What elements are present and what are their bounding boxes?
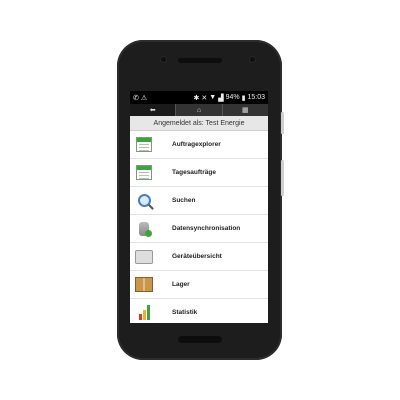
wifi-icon: ▼ xyxy=(209,94,217,101)
menu-item-label: Geräteübersicht xyxy=(172,253,222,260)
bluetooth-icon: ✱ xyxy=(193,94,200,102)
menu-item-auftragexplorer[interactable]: Auftragexplorer xyxy=(130,131,268,159)
login-status: Angemeldet als: Test Energie xyxy=(130,116,268,131)
menu-item-statistik[interactable]: Statistik xyxy=(130,299,268,323)
magnifier-icon xyxy=(134,192,154,210)
nav-home-button[interactable]: ⌂ xyxy=(176,104,223,116)
device-icon xyxy=(134,248,154,266)
menu-item-label: Suchen xyxy=(172,197,196,204)
power-button xyxy=(281,112,284,134)
box-icon xyxy=(134,276,154,294)
menu-item-datensynchronisation[interactable]: Datensynchronisation xyxy=(130,215,268,243)
home-icon: ⌂ xyxy=(196,106,202,114)
nav-grid-button[interactable]: ▦ xyxy=(223,104,268,116)
database-sync-icon xyxy=(134,220,154,238)
calendar-icon xyxy=(134,136,154,154)
menu-item-label: Datensynchronisation xyxy=(172,225,241,232)
calendar-day-icon xyxy=(134,164,154,182)
mute-icon: ✕ xyxy=(201,94,208,102)
back-arrow-icon: ⬅ xyxy=(149,107,156,114)
menu-item-lager[interactable]: Lager xyxy=(130,271,268,299)
menu-item-suchen[interactable]: Suchen xyxy=(130,187,268,215)
bar-chart-icon xyxy=(134,304,154,322)
menu-item-label: Lager xyxy=(172,281,190,288)
bottom-speaker xyxy=(178,336,222,343)
front-camera xyxy=(160,56,167,63)
menu-item-label: Tagesaufträge xyxy=(172,169,216,176)
menu-item-geraeteuebersicht[interactable]: Geräteübersicht xyxy=(130,243,268,271)
top-navigation: ⬅ ⌂ ▦ xyxy=(130,104,268,116)
clock: 15:03 xyxy=(247,94,265,101)
battery-icon: ▮ xyxy=(241,94,246,102)
sensor xyxy=(249,56,256,63)
volume-button xyxy=(281,160,284,196)
battery-level: 94% xyxy=(225,94,240,101)
warning-icon: ⚠ xyxy=(140,94,148,102)
menu-item-tagesauftraege[interactable]: Tagesaufträge xyxy=(130,159,268,187)
main-menu: Auftragexplorer Tagesaufträge Suchen Dat… xyxy=(130,131,268,323)
menu-item-label: Auftragexplorer xyxy=(172,141,221,148)
signal-icon: ▟ xyxy=(218,94,224,102)
nav-back-button[interactable]: ⬅ xyxy=(130,104,177,116)
menu-item-label: Statistik xyxy=(172,309,198,316)
earpiece xyxy=(178,58,222,63)
whatsapp-icon: ✆ xyxy=(133,94,139,102)
phone-screen: ✆ ⚠ ✱ ✕ ▼ ▟ 94% ▮ 15:03 ⬅ ⌂ ▦ Angemeldet… xyxy=(130,91,268,323)
status-bar: ✆ ⚠ ✱ ✕ ▼ ▟ 94% ▮ 15:03 xyxy=(130,91,268,104)
grid-icon: ▦ xyxy=(242,107,249,114)
